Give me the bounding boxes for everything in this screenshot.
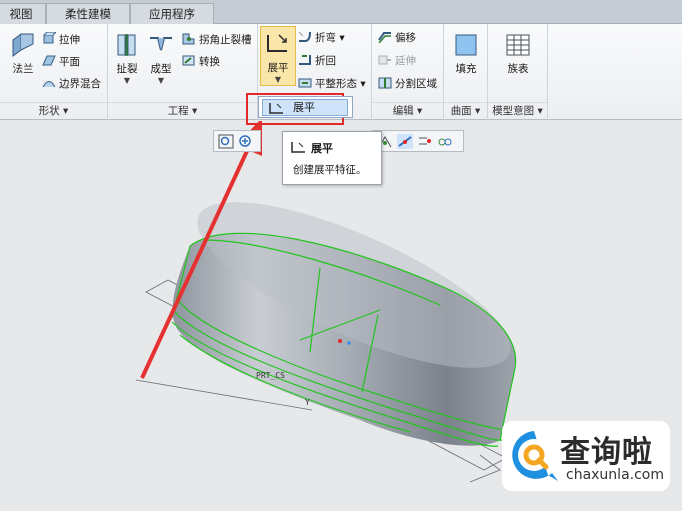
bend-back-icon [299,55,311,65]
tab-view[interactable]: 视图 [0,3,46,24]
family-table-button[interactable]: 族表 [498,32,538,76]
extend-label: 延伸 [395,55,416,67]
rip-button[interactable]: 扯裂 ▼ [112,32,142,85]
group-shape: 法兰 拉伸 平面 边界混合 形状 ▾ [0,24,108,120]
unbend-label: 展平 [267,62,289,74]
flat-pattern-button[interactable]: 平整形态 ▾ [298,74,366,94]
group-editing: 偏移 延伸 分割区域 编辑 ▾ [372,24,444,120]
point-display-icon[interactable] [417,134,433,149]
flange-button[interactable]: 法兰 [6,32,40,76]
tooltip: 展平 创建展平特征。 [282,131,382,185]
tooltip-title: 展平 [311,142,333,155]
menu-item-unbend-label: 展平 [293,101,315,114]
convert-icon [182,55,195,66]
convert-label: 转换 [199,56,220,68]
unbend-menu-icon [269,103,283,114]
extrude-button[interactable]: 拉伸 [42,30,80,50]
flange-icon [12,33,34,57]
split-area-icon [378,77,392,89]
form-dropdown-icon: ▼ [157,76,165,85]
offset-label: 偏移 [395,32,416,44]
menu-item-unbend[interactable]: 展平 [262,99,348,116]
rip-icon [117,34,136,56]
watermark-text: 查询啦 [560,435,653,470]
extrude-label: 拉伸 [59,34,80,46]
boundary-blend-icon [42,81,56,88]
y-axis-label: Y [305,398,310,407]
bend-icon [298,31,311,42]
form-button[interactable]: 成型 ▼ [146,32,176,85]
fill-label: 填充 [455,63,477,75]
part-name-label: PRT_CS [256,371,285,380]
zoom-in-icon[interactable] [238,134,254,149]
offset-button[interactable]: 偏移 [378,28,416,48]
fill-icon [455,34,477,56]
group-editing-label[interactable]: 编辑 ▾ [372,102,443,118]
bend-button[interactable]: 折弯 ▾ [298,28,345,48]
bend-label: 折弯 [315,32,336,44]
flat-pattern-icon [298,78,312,88]
unbend-button[interactable]: 展平 ▼ [260,26,296,86]
csys-display-icon[interactable] [437,134,453,149]
unbend-dropdown-menu: 展平 [258,96,353,118]
view-toolbar-left [213,130,261,152]
axis-display-icon[interactable] [397,134,413,149]
bend-back-label: 折回 [315,55,336,67]
rip-dropdown-icon: ▼ [123,76,131,85]
flange-label: 法兰 [12,63,34,75]
extend-icon [378,55,391,65]
offset-icon [378,32,391,43]
fill-button[interactable]: 填充 [448,32,484,76]
tab-applications[interactable]: 应用程序 [130,3,214,24]
form-label: 成型 [150,63,172,75]
group-engineering: 扯裂 ▼ 成型 ▼ 拐角止裂槽 转换 工程 ▾ [108,24,258,120]
ribbon-tab-strip: 视图 柔性建模 应用程序 [0,0,682,24]
group-engineering-label[interactable]: 工程 ▾ [108,102,257,118]
tooltip-unbend-icon [291,142,305,153]
watermark-logo: 查询啦 chaxunla.com [502,421,670,491]
boundary-blend-button[interactable]: 边界混合 [42,74,101,94]
group-surfaces-label[interactable]: 曲面 ▾ [444,102,487,118]
plane-button[interactable]: 平面 [42,52,80,72]
family-table-icon [506,34,530,56]
split-area-button[interactable]: 分割区域 [378,74,437,94]
corner-relief-button[interactable]: 拐角止裂槽 [182,30,252,50]
zoom-fit-icon[interactable] [218,134,234,149]
group-model-intent: 族表 模型意图 ▾ [488,24,548,120]
view-toolbar-right [372,130,464,152]
group-surfaces: 填充 曲面 ▾ [444,24,488,120]
corner-relief-label: 拐角止裂槽 [199,34,252,46]
watermark-url: chaxunla.com [566,467,664,483]
unbend-dropdown-icon[interactable]: ▼ [261,75,295,84]
convert-button[interactable]: 转换 [182,52,220,72]
boundary-blend-label: 边界混合 [59,78,101,90]
tooltip-description: 创建展平特征。 [293,164,367,176]
tab-flexible-modeling[interactable]: 柔性建模 [46,3,130,24]
unbend-icon [267,34,287,52]
extrude-icon [43,32,56,44]
plane-icon [42,55,56,66]
search-bubble-icon [512,431,558,481]
rip-label: 扯裂 [116,63,138,75]
split-area-label: 分割区域 [395,78,437,90]
corner-relief-icon [182,33,195,45]
flat-pattern-label: 平整形态 [315,78,357,90]
family-table-label: 族表 [507,63,529,75]
bend-back-button[interactable]: 折回 [298,51,336,71]
form-icon [150,37,172,51]
group-model-intent-label[interactable]: 模型意图 ▾ [488,102,547,118]
group-shape-label[interactable]: 形状 ▾ [0,102,107,118]
extend-button[interactable]: 延伸 [378,51,416,71]
plane-label: 平面 [59,56,80,68]
